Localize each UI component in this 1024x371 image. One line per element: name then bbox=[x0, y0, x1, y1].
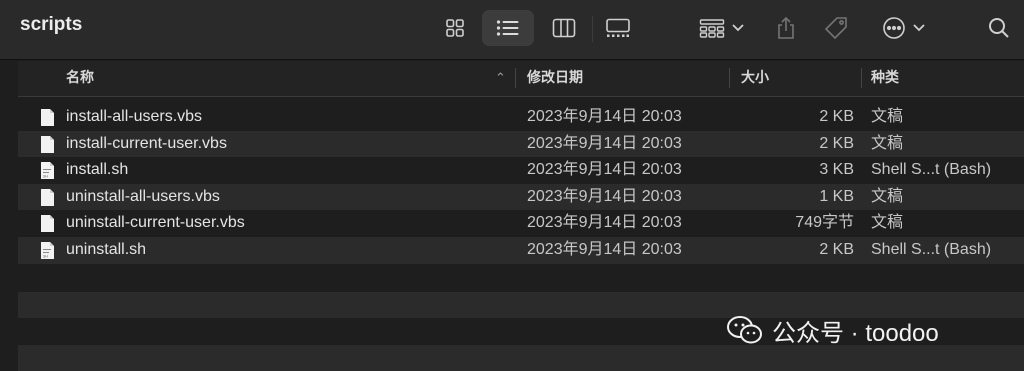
document-icon bbox=[41, 215, 54, 233]
file-row[interactable]: SH install.sh 2023年9月14日 20:03 3 KB Shel… bbox=[18, 157, 1024, 184]
chevron-down-icon bbox=[732, 24, 744, 32]
shell-script-icon: SH bbox=[41, 241, 54, 259]
ellipsis-circle-icon bbox=[883, 17, 905, 39]
file-name: uninstall-all-users.vbs bbox=[66, 187, 220, 205]
file-kind: 文稿 bbox=[871, 187, 904, 205]
group-grid-icon bbox=[699, 19, 725, 38]
file-list: install-all-users.vbs 2023年9月14日 20:03 2… bbox=[18, 104, 1024, 264]
svg-text:SH: SH bbox=[43, 175, 48, 179]
columns-icon bbox=[552, 18, 576, 38]
file-date: 2023年9月14日 20:03 bbox=[527, 187, 682, 205]
file-name: uninstall-current-user.vbs bbox=[66, 214, 245, 232]
file-row[interactable]: install-all-users.vbs 2023年9月14日 20:03 2… bbox=[18, 104, 1024, 131]
grid-icon bbox=[446, 19, 464, 37]
icon-view-button[interactable] bbox=[437, 10, 473, 46]
column-header-date[interactable]: 修改日期 bbox=[527, 61, 583, 96]
file-size: 2 KB bbox=[819, 134, 854, 152]
share-button[interactable] bbox=[768, 10, 804, 46]
document-icon bbox=[41, 135, 54, 153]
file-kind: Shell S...t (Bash) bbox=[871, 161, 992, 179]
file-date: 2023年9月14日 20:03 bbox=[527, 240, 682, 258]
file-name: install.sh bbox=[66, 161, 129, 179]
file-name: install-current-user.vbs bbox=[66, 134, 227, 152]
search-icon bbox=[989, 18, 1009, 38]
file-kind: 文稿 bbox=[871, 134, 904, 152]
shell-script-icon: SH bbox=[41, 162, 54, 180]
gallery-icon bbox=[606, 18, 630, 37]
file-name: uninstall.sh bbox=[66, 240, 147, 258]
file-row[interactable]: SH uninstall.sh 2023年9月14日 20:03 2 KB Sh… bbox=[18, 236, 1024, 264]
more-actions-button[interactable] bbox=[876, 10, 932, 46]
file-size: 1 KB bbox=[819, 187, 854, 205]
file-row[interactable]: install-current-user.vbs 2023年9月14日 20:0… bbox=[18, 130, 1024, 158]
watermark: 公众号 · toodoo bbox=[726, 314, 939, 347]
column-header-kind[interactable]: 种类 bbox=[871, 61, 899, 96]
file-date: 2023年9月14日 20:03 bbox=[527, 134, 682, 152]
file-kind: 文稿 bbox=[871, 108, 904, 125]
list-icon bbox=[496, 20, 519, 36]
toolbar: scripts bbox=[0, 0, 1024, 60]
file-kind: Shell S...t (Bash) bbox=[871, 240, 992, 258]
svg-text:SH: SH bbox=[43, 254, 48, 258]
search-button[interactable] bbox=[982, 10, 1016, 46]
document-icon bbox=[41, 109, 54, 126]
list-view-button[interactable] bbox=[482, 10, 534, 46]
column-view-button[interactable] bbox=[544, 10, 584, 46]
column-header-name[interactable]: 名称 bbox=[66, 61, 94, 96]
file-size: 2 KB bbox=[819, 240, 854, 258]
tag-button[interactable] bbox=[818, 10, 854, 46]
empty-row bbox=[18, 345, 1024, 371]
file-date: 2023年9月14日 20:03 bbox=[527, 161, 682, 179]
column-header: 名称 ⌃ 修改日期 大小 种类 bbox=[18, 61, 1024, 97]
document-icon bbox=[41, 188, 54, 206]
file-size: 3 KB bbox=[819, 161, 854, 179]
chevron-down-icon bbox=[913, 24, 925, 32]
file-row[interactable]: uninstall-current-user.vbs 2023年9月14日 20… bbox=[18, 210, 1024, 237]
file-size: 749字节 bbox=[795, 214, 854, 232]
tag-icon bbox=[824, 17, 847, 40]
file-size: 2 KB bbox=[819, 108, 854, 125]
window-title: scripts bbox=[20, 14, 83, 35]
gallery-view-button[interactable] bbox=[598, 10, 638, 46]
file-name: install-all-users.vbs bbox=[66, 108, 203, 125]
file-date: 2023年9月14日 20:03 bbox=[527, 108, 682, 125]
sort-caret-icon: ⌃ bbox=[495, 70, 506, 85]
group-button[interactable] bbox=[694, 10, 750, 46]
wechat-icon bbox=[727, 316, 762, 344]
column-header-size[interactable]: 大小 bbox=[741, 61, 769, 96]
file-kind: 文稿 bbox=[871, 214, 904, 232]
share-icon bbox=[778, 16, 794, 39]
file-row[interactable]: uninstall-all-users.vbs 2023年9月14日 20:03… bbox=[18, 183, 1024, 211]
file-date: 2023年9月14日 20:03 bbox=[527, 214, 682, 232]
watermark-text: 公众号 · toodoo bbox=[772, 319, 939, 347]
